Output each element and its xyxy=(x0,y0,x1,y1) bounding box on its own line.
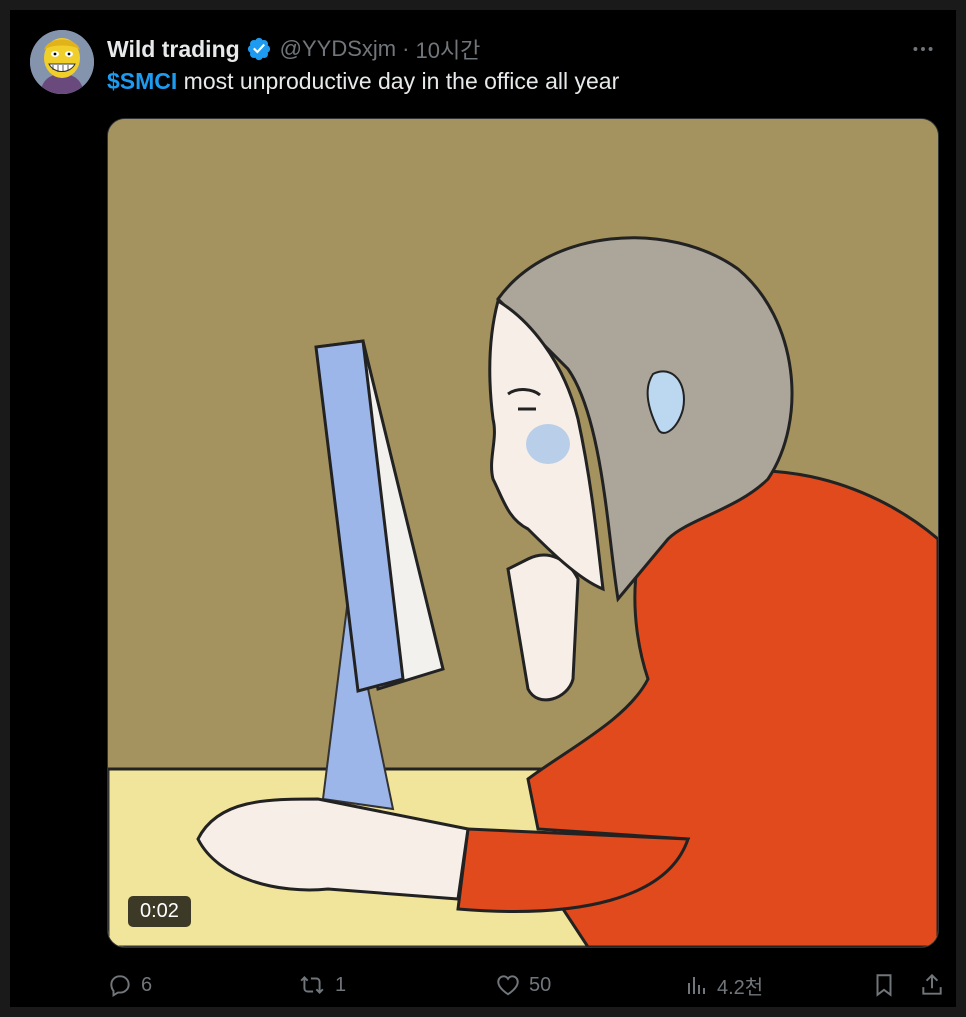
reply-count: 6 xyxy=(141,973,153,996)
cashtag-link[interactable]: $SMCI xyxy=(107,68,177,94)
author-handle[interactable]: @YYDSxjm xyxy=(280,36,396,62)
repost-icon xyxy=(300,976,324,994)
bookmark-button[interactable] xyxy=(871,968,905,1002)
reply-button[interactable]: 6 xyxy=(107,968,152,1002)
repost-button[interactable]: 1 xyxy=(297,968,346,1002)
like-button[interactable]: 50 xyxy=(495,968,551,1002)
tweet-body: most unproductive day in the office all … xyxy=(177,68,620,94)
repost-count: 1 xyxy=(335,973,347,996)
verified-badge-icon xyxy=(246,36,272,62)
video-duration-badge: 0:02 xyxy=(128,896,191,927)
timestamp[interactable]: 10시간 xyxy=(415,33,480,65)
like-icon xyxy=(497,975,519,996)
more-icon[interactable] xyxy=(910,32,936,66)
views-button[interactable]: 4.2천 xyxy=(685,968,763,1002)
avatar[interactable] xyxy=(30,30,94,94)
like-count: 50 xyxy=(529,973,552,996)
share-button[interactable] xyxy=(919,968,953,1002)
tweet-header: Wild trading @YYDSxjm · 10시간 xyxy=(107,32,936,66)
action-bar: 6 1 50 4.2천 xyxy=(107,968,942,1002)
tweet-text: $SMCI most unproductive day in the offic… xyxy=(107,68,619,95)
views-count: 4.2천 xyxy=(717,976,764,999)
tweet-card[interactable]: Wild trading @YYDSxjm · 10시간 $SMCI most … xyxy=(10,10,956,1007)
share-icon xyxy=(922,973,942,995)
views-icon xyxy=(688,977,705,994)
avatar-image xyxy=(30,30,94,94)
video-player[interactable]: 0:02 xyxy=(107,118,939,948)
separator-dot: · xyxy=(402,36,410,61)
bookmark-icon xyxy=(876,974,892,997)
author-name[interactable]: Wild trading xyxy=(107,36,240,63)
reply-icon xyxy=(110,975,130,998)
video-frame-illustration xyxy=(108,119,938,947)
